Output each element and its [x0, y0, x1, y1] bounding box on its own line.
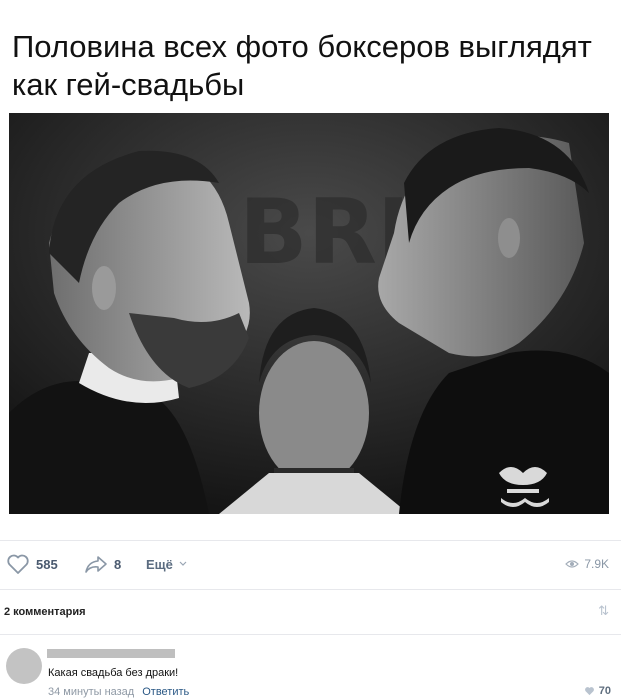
- commenter-name-redacted[interactable]: [47, 649, 175, 658]
- post-actions: 585 8 Ещё 7.9K: [0, 548, 621, 580]
- divider-comments: [0, 634, 621, 635]
- comment-like-count: 70: [598, 685, 611, 697]
- heart-icon: [7, 554, 29, 574]
- more-button[interactable]: Ещё: [146, 548, 187, 580]
- share-arrow-icon: [85, 556, 107, 573]
- reply-link[interactable]: Ответить: [142, 686, 189, 698]
- like-button[interactable]: 585: [6, 548, 58, 580]
- comment-time: 34 минуты назад: [48, 686, 135, 698]
- comment-meta: 34 минуты назад Ответить: [48, 686, 189, 698]
- eye-icon: [565, 560, 580, 568]
- views-count: 7.9K: [584, 557, 609, 571]
- chevron-down-icon: [179, 561, 187, 566]
- comment-like-button[interactable]: 70: [584, 685, 611, 697]
- divider-middle: [0, 589, 621, 590]
- views-counter: 7.9K: [565, 548, 609, 580]
- share-button[interactable]: 8: [84, 548, 121, 580]
- boxers-photo-illustration: BRI: [9, 113, 609, 514]
- more-label: Ещё: [146, 556, 173, 572]
- comment-text: Какая свадьба без драки!: [48, 667, 179, 679]
- post-title: Половина всех фото боксеров выглядят как…: [12, 29, 592, 102]
- comments-count: 2 комментария: [4, 606, 86, 618]
- like-count: 585: [36, 556, 58, 572]
- divider-top: [0, 540, 621, 541]
- avatar[interactable]: [6, 648, 42, 684]
- heart-icon: [584, 687, 594, 696]
- share-count: 8: [114, 556, 122, 572]
- sort-icon[interactable]: ⇅: [598, 603, 609, 619]
- post-photo[interactable]: BRI: [9, 113, 609, 514]
